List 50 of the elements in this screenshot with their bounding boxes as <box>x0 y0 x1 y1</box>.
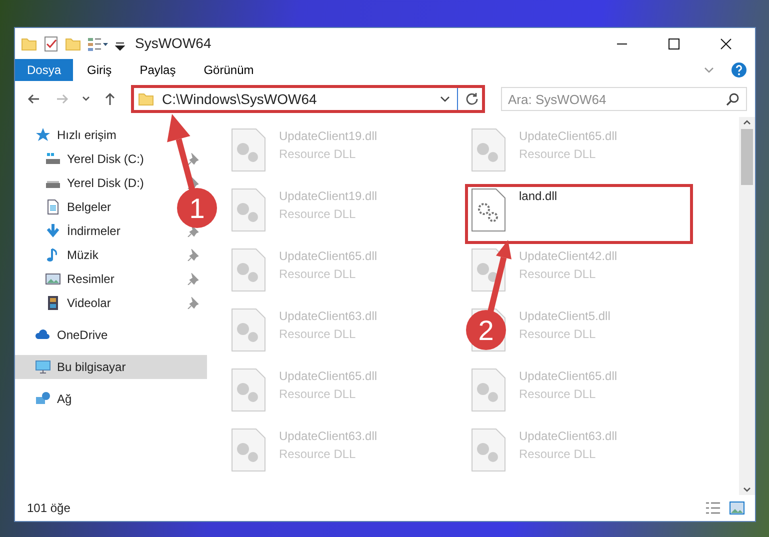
properties-icon[interactable] <box>87 36 109 52</box>
download-icon <box>45 223 61 239</box>
file-description: Resource DLL <box>279 386 357 403</box>
window-title: SysWOW64 <box>135 34 212 53</box>
file-item[interactable]: land.dll <box>465 184 693 244</box>
file-description: Resource DLL <box>519 446 597 463</box>
large-icons-view-icon[interactable] <box>729 501 745 515</box>
network-icon <box>35 391 51 407</box>
docs-icon <box>45 199 61 215</box>
sidebar-item[interactable]: Müzik <box>15 243 207 267</box>
file-description: Resource DLL <box>279 266 357 283</box>
file-description: Resource DLL <box>519 146 597 163</box>
help-icon[interactable] <box>731 62 747 78</box>
close-icon <box>720 38 732 50</box>
callout-badge <box>177 188 217 228</box>
folder-icon <box>138 91 156 107</box>
ribbon-tab[interactable]: Görünüm <box>190 59 268 81</box>
scrollbar-thumb[interactable] <box>741 129 753 185</box>
file-description: Resource DLL <box>279 206 357 223</box>
scrollbar[interactable] <box>739 117 755 495</box>
file-description: Resource DLL <box>519 326 597 343</box>
item-count: 101 öğe <box>27 500 70 517</box>
file-description: Resource DLL <box>519 386 597 403</box>
search-field[interactable]: Ara: SysWOW64 <box>501 87 747 111</box>
pc-icon <box>35 359 51 375</box>
address-bar[interactable]: C:\Windows\SysWOW64 <box>131 85 485 113</box>
sidebar-item[interactable]: Ağ <box>15 387 80 411</box>
ribbon-tab[interactable]: Dosya <box>15 59 74 81</box>
file-description: Resource DLL <box>279 326 357 343</box>
sidebar-item[interactable]: Belgeler <box>15 195 138 219</box>
chevron-down-icon <box>82 96 90 102</box>
file-description: Resource DLL <box>279 446 357 463</box>
search-icon[interactable] <box>726 92 740 106</box>
ribbon-tab[interactable]: Paylaş <box>126 59 190 81</box>
pictures-icon <box>45 271 61 287</box>
file-description: Resource DLL <box>519 266 597 283</box>
sidebar-item[interactable]: Resimler <box>15 267 207 291</box>
sidebar-item[interactable]: Videolar <box>15 291 207 315</box>
ribbon-tab[interactable]: Giriş <box>73 59 126 81</box>
checklist-icon[interactable] <box>43 36 59 52</box>
videos-icon <box>45 295 61 311</box>
address-path: C:\Windows\SysWOW64 <box>162 90 318 109</box>
details-view-icon[interactable] <box>705 501 721 515</box>
file-description: Resource DLL <box>279 146 357 163</box>
sidebar-item[interactable]: Yerel Disk (C:) <box>15 147 207 171</box>
sidebar-item[interactable]: OneDrive <box>15 323 116 347</box>
file-name: land.dll <box>519 188 558 205</box>
maximize-icon <box>668 38 680 50</box>
sidebar-item[interactable]: Bu bilgisayar <box>15 355 207 379</box>
sidebar-item[interactable]: Hızlı erişim <box>15 123 124 147</box>
